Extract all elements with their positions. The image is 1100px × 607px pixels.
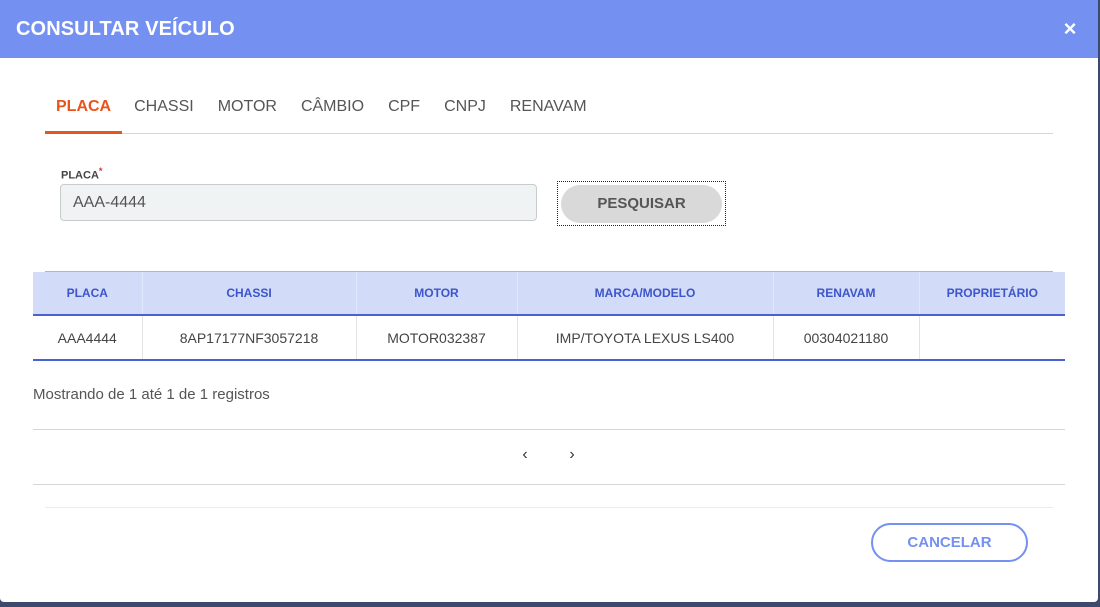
close-icon[interactable]: × (1058, 16, 1082, 41)
cell-chassi: 8AP17177NF3057218 (142, 315, 357, 361)
divider (33, 429, 1065, 430)
results-table: PLACA CHASSI MOTOR MARCA/MODELO RENAVAM … (33, 272, 1065, 361)
cancel-button[interactable]: CANCELAR (871, 523, 1028, 562)
table-row[interactable]: AAA4444 8AP17177NF3057218 MOTOR032387 IM… (33, 315, 1065, 361)
tab-chassi[interactable]: CHASSI (122, 86, 206, 134)
footer-divider (45, 507, 1053, 508)
records-info: Mostrando de 1 até 1 de 1 registros (33, 386, 270, 403)
search-button-focus-ring: PESQUISAR (557, 181, 726, 226)
chevron-right-icon[interactable]: › (562, 445, 582, 465)
modal-header: CONSULTAR VEÍCULO × (0, 0, 1098, 58)
divider (33, 484, 1065, 485)
column-header-placa[interactable]: PLACA (33, 272, 143, 316)
placa-field-label: PLACA* (61, 166, 102, 182)
cell-marca-modelo: IMP/TOYOTA LEXUS LS400 (517, 315, 774, 361)
column-header-renavam[interactable]: RENAVAM (773, 272, 920, 316)
column-header-chassi[interactable]: CHASSI (142, 272, 357, 316)
chevron-left-icon[interactable]: ‹ (515, 445, 535, 465)
cell-proprietario (919, 315, 1065, 361)
column-header-marca-modelo[interactable]: MARCA/MODELO (517, 272, 774, 316)
cell-placa: AAA4444 (33, 315, 143, 361)
modal-title: CONSULTAR VEÍCULO (16, 17, 235, 40)
cell-motor: MOTOR032387 (356, 315, 518, 361)
tab-cambio[interactable]: CÂMBIO (289, 86, 376, 134)
table-header-row: PLACA CHASSI MOTOR MARCA/MODELO RENAVAM … (33, 272, 1065, 316)
cell-renavam: 00304021180 (773, 315, 920, 361)
tab-cnpj[interactable]: CNPJ (432, 86, 498, 134)
column-header-motor[interactable]: MOTOR (356, 272, 518, 316)
tab-placa[interactable]: PLACA (45, 86, 123, 134)
tab-renavam[interactable]: RENAVAM (498, 86, 599, 134)
column-header-proprietario[interactable]: PROPRIETÁRIO (919, 272, 1065, 316)
tab-cpf[interactable]: CPF (376, 86, 432, 134)
search-button[interactable]: PESQUISAR (561, 184, 722, 223)
placa-label-text: PLACA (61, 169, 99, 182)
placa-input[interactable] (60, 184, 537, 221)
consultar-veiculo-modal: CONSULTAR VEÍCULO × PLACA CHASSI MOTOR C… (0, 0, 1098, 602)
tab-motor[interactable]: MOTOR (206, 86, 289, 134)
search-type-tabs: PLACA CHASSI MOTOR CÂMBIO CPF CNPJ RENAV… (45, 86, 1053, 134)
required-mark: * (98, 166, 103, 176)
